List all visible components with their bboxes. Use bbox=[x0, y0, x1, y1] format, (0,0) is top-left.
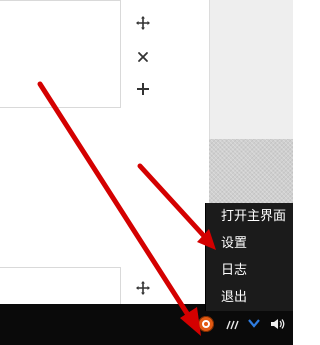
tray-context-menu: 打开主界面 设置 日志 退出 bbox=[206, 203, 293, 311]
desktop-background bbox=[209, 139, 293, 211]
menu-item-settings[interactable]: 设置 bbox=[206, 230, 293, 257]
app-tray-icon[interactable] bbox=[198, 316, 214, 332]
menu-item-exit[interactable]: 退出 bbox=[206, 284, 293, 311]
upper-panel bbox=[0, 0, 121, 108]
background-window bbox=[209, 0, 293, 139]
move-icon[interactable] bbox=[134, 279, 152, 297]
move-icon[interactable] bbox=[134, 14, 152, 32]
menu-item-log[interactable]: 日志 bbox=[206, 257, 293, 284]
speaker-icon[interactable] bbox=[270, 318, 286, 332]
add-icon[interactable] bbox=[134, 80, 152, 98]
menu-item-open-main[interactable]: 打开主界面 bbox=[206, 203, 293, 230]
chevron-down-icon[interactable] bbox=[248, 318, 260, 332]
arrow-to-settings bbox=[137, 163, 216, 250]
close-icon[interactable] bbox=[134, 48, 152, 66]
window-divider bbox=[209, 0, 210, 139]
network-icon[interactable] bbox=[226, 318, 240, 332]
lower-panel bbox=[0, 267, 121, 307]
